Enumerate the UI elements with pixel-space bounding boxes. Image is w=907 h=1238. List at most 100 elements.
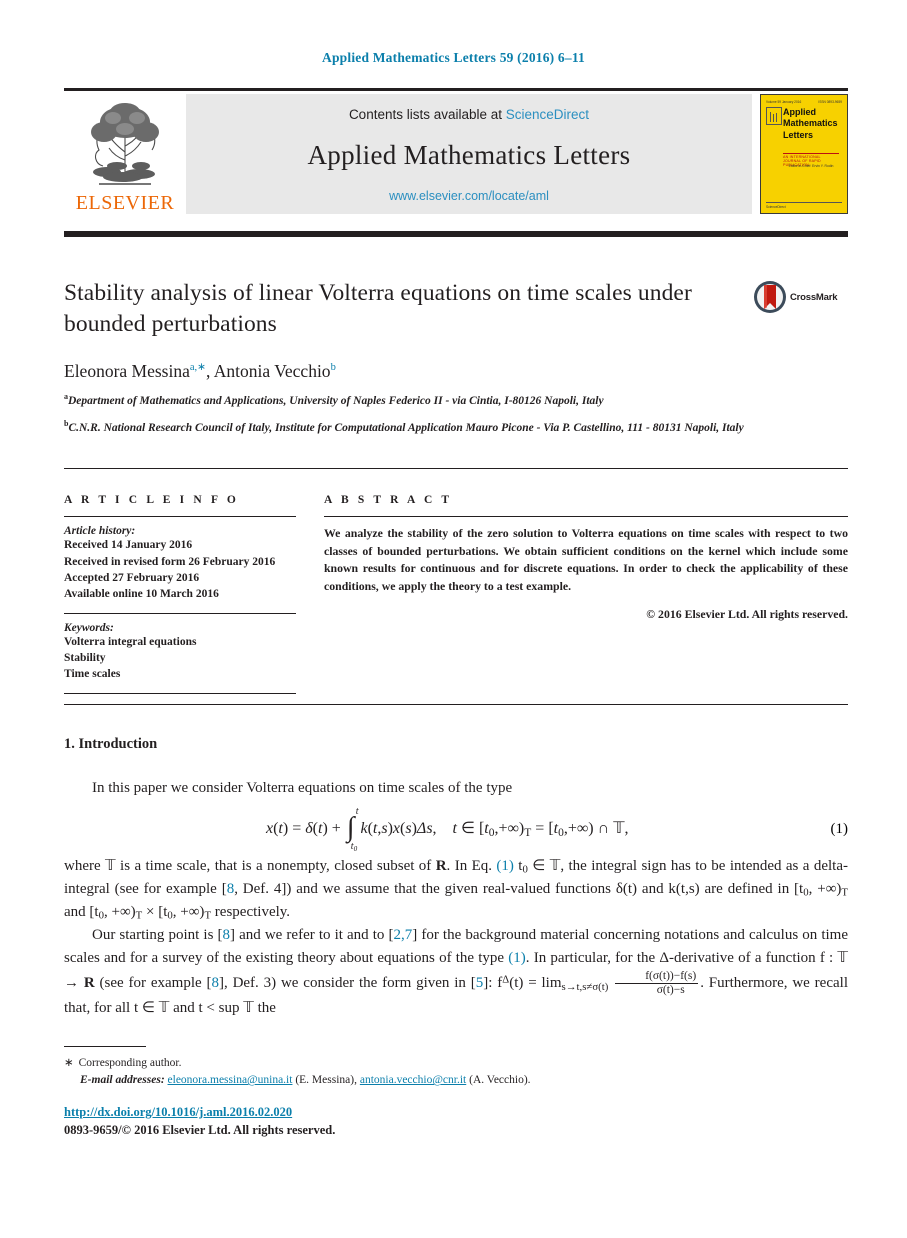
crossmark-icon bbox=[754, 281, 786, 313]
page-title: Stability analysis of linear Volterra eq… bbox=[64, 280, 692, 338]
cover-title-line1: Applied bbox=[783, 106, 816, 117]
history-revised: Received in revised form 26 February 201… bbox=[64, 555, 276, 568]
history-received: Received 14 January 2016 bbox=[64, 539, 193, 552]
abstract-label: A B S T R A C T bbox=[324, 494, 453, 506]
abstract-divider bbox=[324, 516, 848, 518]
crossmark-badge[interactable]: CrossMark bbox=[753, 280, 838, 314]
cover-issn: ISSN 0893-9659 bbox=[818, 99, 842, 104]
reference-eq-1[interactable]: (1) bbox=[496, 858, 514, 874]
integral-sign: ∫ t t0 bbox=[346, 805, 359, 853]
paragraph-2: where 𝕋 is a time scale, that is a nonem… bbox=[64, 857, 848, 922]
p3-blackboard-R: R bbox=[83, 974, 95, 991]
p3-a: Our starting point is [ bbox=[92, 927, 223, 944]
fraction-numerator: f(σ(t))−f(s) bbox=[615, 970, 699, 984]
elsevier-wordmark: ELSEVIER bbox=[75, 191, 175, 214]
abstract-text: We analyze the stability of the zero sol… bbox=[324, 526, 848, 593]
p3-h: (t) = lim bbox=[509, 974, 562, 991]
derivative-fraction: f(σ(t))−f(s) σ(t)−s bbox=[615, 970, 699, 997]
affiliation-b: bC.N.R. National Research Council of Ita… bbox=[64, 418, 764, 436]
equation-1-number: (1) bbox=[830, 820, 849, 837]
doi-link[interactable]: http://dx.doi.org/10.1016/j.aml.2016.02.… bbox=[64, 1105, 848, 1120]
header-thick-rule bbox=[64, 231, 848, 237]
email2-owner: (A. Vecchio). bbox=[469, 1074, 531, 1087]
cover-title-line3: Letters bbox=[783, 129, 814, 140]
email-link-vecchio[interactable]: antonia.vecchio@cnr.it bbox=[360, 1074, 466, 1086]
article-info-column: A R T I C L E I N F O Article history: R… bbox=[64, 494, 296, 702]
contents-line: Contents lists available at ScienceDirec… bbox=[349, 107, 589, 122]
history-accepted: Accepted 27 February 2016 bbox=[64, 571, 200, 584]
cover-title-line2: Mathematics bbox=[783, 118, 838, 129]
elsevier-logo: ELSEVIER bbox=[64, 94, 186, 214]
cover-elsevier-mark bbox=[766, 106, 782, 125]
cover-title: Applied Mathematics Letters bbox=[783, 107, 842, 142]
footnote-block: ∗ Corresponding author. E-mail addresses:… bbox=[64, 1055, 848, 1090]
paper-page: Applied Mathematics Letters 59 (2016) 6–… bbox=[0, 0, 907, 1238]
title-bottom-rule bbox=[64, 468, 848, 470]
p3-b: ] and we refer to it and to [ bbox=[230, 927, 394, 944]
reference-8b[interactable]: 8 bbox=[223, 927, 231, 943]
display-equation-1: x(t) = δ(t) + ∫ t t0 k(t,s)x(s)Δs, t ∈ [… bbox=[64, 805, 849, 853]
journal-banner: Contents lists available at ScienceDirec… bbox=[186, 93, 752, 214]
elsevier-tree-icon bbox=[91, 102, 159, 185]
keywords-label: Keywords: bbox=[64, 621, 114, 634]
p2-b: . In Eq. bbox=[446, 857, 497, 874]
journal-cover-thumbnail[interactable]: Volume 59 January 2016 ISSN 0893-9659 Ap… bbox=[760, 93, 848, 214]
keyword-item-2: Stability bbox=[64, 652, 106, 665]
journal-cover-cell: Volume 59 January 2016 ISSN 0893-9659 Ap… bbox=[752, 93, 848, 214]
keywords-divider bbox=[64, 612, 296, 614]
keyword-item-1: Volterra integral equations bbox=[64, 635, 197, 648]
abstract-copyright: © 2016 Elsevier Ltd. All rights reserved… bbox=[646, 607, 848, 621]
running-head: Applied Mathematics Letters 59 (2016) 6–… bbox=[322, 50, 585, 65]
abstract-column: A B S T R A C T We analyze the stability… bbox=[324, 494, 848, 702]
journal-header: ELSEVIER Contents lists available at Sci… bbox=[64, 88, 848, 214]
paragraph-3: Our starting point is [8] and we refer t… bbox=[64, 927, 848, 1017]
cover-volume: Volume 59 January 2016 bbox=[766, 99, 802, 104]
p3-e: (see for example [ bbox=[94, 974, 212, 991]
p2-f: , +∞) bbox=[808, 880, 842, 897]
journal-url-link[interactable]: www.elsevier.com/locate/aml bbox=[389, 189, 549, 203]
p3-f: ], Def. 3) we consider the form given in… bbox=[218, 974, 476, 991]
info-bottom-divider bbox=[64, 692, 296, 694]
asterisk-marker: ∗ bbox=[64, 1057, 74, 1069]
article-info-label: A R T I C L E I N F O bbox=[64, 494, 239, 506]
p2-j: , +∞) bbox=[172, 903, 205, 920]
cover-bottom: ScienceDirect bbox=[766, 201, 842, 209]
p2-a: where 𝕋 is a time scale, that is a nonem… bbox=[64, 857, 436, 874]
title-block: Stability analysis of linear Volterra eq… bbox=[64, 278, 848, 436]
section-heading-introduction: 1. Introduction bbox=[64, 736, 158, 752]
issn-copyright: 0893-9659/© 2016 Elsevier Ltd. All right… bbox=[64, 1123, 336, 1137]
sciencedirect-link[interactable]: ScienceDirect bbox=[506, 107, 589, 122]
p3-g: ]: f bbox=[483, 974, 503, 991]
p2-i: × [t bbox=[142, 903, 168, 920]
cover-editor: Editor-in-Chief: Ervin Y. Rodin bbox=[788, 163, 834, 168]
contents-prefix: Contents lists available at bbox=[348, 106, 506, 122]
reference-8c[interactable]: 8 bbox=[211, 975, 219, 991]
info-abstract-section: A R T I C L E I N F O Article history: R… bbox=[64, 494, 848, 702]
abstract-bottom-rule bbox=[64, 704, 848, 706]
keyword-item-3: Time scales bbox=[64, 668, 121, 681]
corresponding-author-text: Corresponding author. bbox=[78, 1057, 182, 1069]
author-list: Eleonora Messinaa,∗, Antonia Vecchiob bbox=[64, 360, 336, 381]
p2-k: respectively. bbox=[211, 903, 291, 920]
journal-title: Applied Mathematics Letters bbox=[307, 139, 631, 170]
p3-limit-subscript: s→t,s≠σ(t) bbox=[561, 980, 609, 993]
affiliation-a-text: Department of Mathematics and Applicatio… bbox=[68, 394, 604, 407]
email-addresses-label: E-mail addresses: bbox=[80, 1074, 165, 1087]
history-online: Available online 10 March 2016 bbox=[64, 588, 219, 601]
equation-1-content: x(t) = δ(t) + ∫ t t0 k(t,s)x(s)Δs, t ∈ [… bbox=[265, 805, 629, 853]
reference-2-7[interactable]: 2,7 bbox=[394, 927, 413, 943]
p2-h: , +∞) bbox=[103, 903, 136, 920]
cover-topbar: Volume 59 January 2016 ISSN 0893-9659 bbox=[766, 100, 842, 104]
affiliation-b-text: C.N.R. National Research Council of Ital… bbox=[68, 421, 744, 434]
p2-blackboard-R: R bbox=[435, 857, 447, 874]
footnote-corresponding: ∗ Corresponding author. bbox=[64, 1055, 848, 1072]
keywords-block: Keywords: Volterra integral equations St… bbox=[64, 622, 296, 683]
crossmark-label: CrossMark bbox=[790, 291, 838, 303]
reference-eq-1b[interactable]: (1) bbox=[508, 950, 526, 966]
paragraph-1: In this paper we consider Volterra equat… bbox=[92, 780, 513, 796]
email1-owner: (E. Messina), bbox=[295, 1074, 357, 1087]
p2-g: and [t bbox=[64, 903, 99, 920]
fraction-denominator: σ(t)−s bbox=[656, 983, 685, 996]
article-history-label: Article history: bbox=[64, 525, 136, 538]
email-link-messina[interactable]: eleonora.messina@unina.it bbox=[168, 1074, 293, 1086]
